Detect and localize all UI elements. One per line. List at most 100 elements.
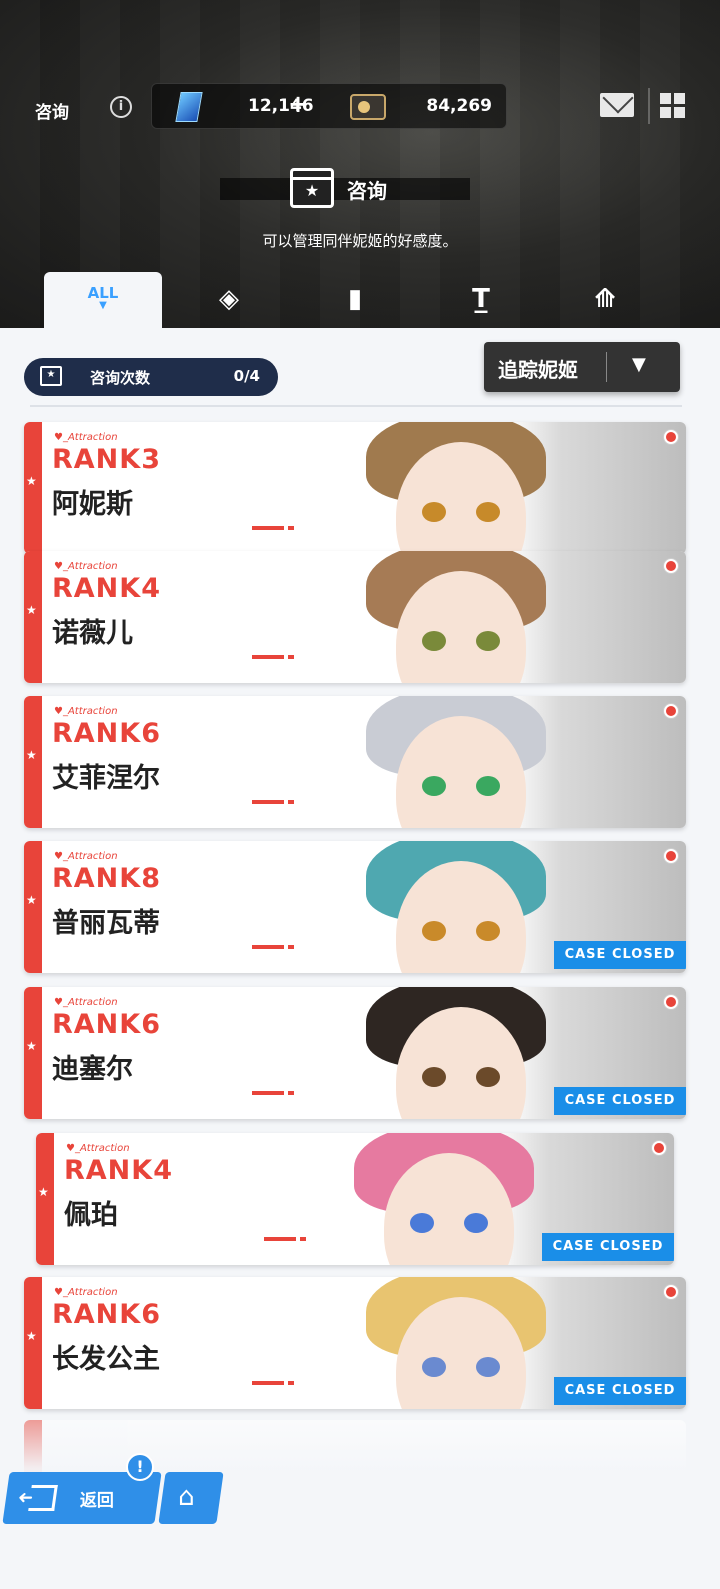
section-banner — [220, 178, 470, 200]
rank-label: RANK6 — [52, 1009, 161, 1040]
portrait-eye — [476, 502, 500, 522]
calendar-icon — [40, 366, 62, 386]
attraction-label: ♥_Attraction — [54, 1287, 118, 1298]
track-nikke-label: 追踪妮姬 — [498, 358, 578, 382]
attraction-label: ♥_Attraction — [54, 706, 118, 717]
notification-dot — [664, 995, 678, 1009]
nikke-name: 迪塞尔 — [52, 1054, 133, 1085]
attraction-label: ♥_Attraction — [54, 997, 118, 1008]
card-dash — [252, 945, 294, 949]
portrait-image — [316, 696, 686, 828]
rank-label: RANK4 — [64, 1155, 173, 1186]
star-icon: ★ — [26, 748, 37, 762]
gem-icon — [175, 92, 203, 122]
credit-icon — [350, 94, 386, 120]
star-icon: ★ — [26, 603, 37, 617]
rank-label: RANK8 — [52, 863, 161, 894]
list-item[interactable]: ★ ♥_Attraction RANK6 长发公主 CASE CLOSED — [24, 1277, 686, 1409]
mail-icon[interactable] — [600, 93, 634, 117]
list-item[interactable]: ★ ♥_Attraction RANK6 艾菲涅尔 — [24, 696, 686, 828]
tab-diamond[interactable]: ◈ — [170, 272, 288, 328]
attraction-label: ♥_Attraction — [54, 432, 118, 443]
list-item[interactable]: ★ ♥_Attraction RANK3 阿妮斯 — [24, 422, 686, 554]
list-item[interactable]: ★ ♥_Attraction RANK4 佩珀 CASE CLOSED — [36, 1133, 674, 1265]
tab-pillar[interactable]: ▮ — [296, 272, 414, 328]
card-stripe: ★ — [24, 422, 42, 554]
home-button[interactable]: ⌂ — [158, 1472, 224, 1524]
exit-icon — [28, 1485, 58, 1511]
portrait-eye — [476, 631, 500, 651]
counseling-count-pill: 咨询次数 0/4 — [24, 358, 278, 396]
card-stripe: ★ — [36, 1133, 54, 1265]
nikke-name: 阿妮斯 — [52, 489, 133, 520]
add-gems-button[interactable]: + — [288, 90, 308, 118]
list-divider — [30, 405, 682, 407]
portrait-image — [316, 551, 686, 683]
notification-dot — [664, 430, 678, 444]
nikke-name: 诺薇儿 — [52, 618, 133, 649]
case-closed-badge: CASE CLOSED — [554, 1377, 686, 1405]
tab-all[interactable]: ALL ▼ — [44, 272, 162, 328]
case-closed-badge: CASE CLOSED — [554, 941, 686, 969]
alert-badge: ! — [126, 1453, 154, 1481]
portrait-eye — [422, 631, 446, 651]
page-title: 咨询 — [35, 103, 69, 123]
star-icon: ★ — [26, 1039, 37, 1053]
attraction-label: ♥_Attraction — [54, 851, 118, 862]
section-title: 咨询 — [347, 179, 387, 203]
card-stripe: ★ — [24, 551, 42, 683]
currency-bar: 12,146 + 84,269 — [151, 83, 507, 129]
rank-label: RANK4 — [52, 573, 161, 604]
portrait-eye — [476, 921, 500, 941]
portrait-eye — [422, 776, 446, 796]
portrait-eye — [422, 502, 446, 522]
card-dash — [252, 1091, 294, 1095]
info-icon[interactable]: i — [110, 96, 132, 118]
card-dash — [264, 1237, 306, 1241]
card-stripe: ★ — [24, 696, 42, 828]
calendar-icon — [290, 168, 334, 208]
chevron-down-icon: ▼ — [632, 354, 646, 375]
portrait-eye — [422, 921, 446, 941]
card-dash — [252, 526, 294, 530]
track-nikke-dropdown[interactable]: 追踪妮姬 ▼ — [484, 342, 680, 392]
portrait-eye — [422, 1357, 446, 1377]
card-dash — [252, 655, 294, 659]
header-banner: 咨询 i 12,146 + 84,269 咨询 可以管理同伴妮姬的好感度。 AL… — [0, 0, 720, 330]
notification-dot — [664, 1285, 678, 1299]
portrait-eye — [476, 776, 500, 796]
menu-grid-icon[interactable] — [660, 93, 686, 119]
header-divider — [648, 88, 650, 124]
portrait-eye — [422, 1067, 446, 1087]
portrait-eye — [476, 1357, 500, 1377]
notification-dot — [664, 559, 678, 573]
notification-dot — [664, 704, 678, 718]
list-item[interactable]: ★ ♥_Attraction RANK4 诺薇儿 — [24, 551, 686, 683]
filter-tabs: ALL ▼ ◈ ▮ T̲ ⟰ — [0, 272, 720, 328]
list-item[interactable]: ★ ♥_Attraction RANK8 普丽瓦蒂 CASE CLOSED — [24, 841, 686, 973]
nikke-name: 长发公主 — [52, 1344, 160, 1375]
counseling-count-label: 咨询次数 — [90, 369, 151, 387]
tab-emblem[interactable]: ⟰ — [546, 272, 664, 328]
star-icon: ★ — [26, 474, 37, 488]
tab-tbar[interactable]: T̲ — [422, 272, 540, 328]
back-label: 返回 — [79, 1491, 114, 1511]
list-item[interactable]: ★ ♥_Attraction RANK6 迪塞尔 CASE CLOSED — [24, 987, 686, 1119]
card-stripe: ★ — [24, 987, 42, 1119]
dropdown-divider — [606, 352, 607, 382]
nikke-name: 佩珀 — [64, 1200, 118, 1231]
attraction-label: ♥_Attraction — [54, 561, 118, 572]
star-icon: ★ — [38, 1185, 49, 1199]
nikke-name: 艾菲涅尔 — [52, 763, 160, 794]
portrait-eye — [464, 1213, 488, 1233]
section-subtitle: 可以管理同伴妮姬的好感度。 — [262, 232, 458, 250]
rank-label: RANK3 — [52, 444, 161, 475]
card-dash — [252, 800, 294, 804]
case-closed-badge: CASE CLOSED — [542, 1233, 674, 1261]
counseling-count-value: 0/4 — [233, 367, 260, 385]
diamond-grid-icon: ◈ — [219, 284, 239, 314]
notification-dot — [664, 849, 678, 863]
card-stripe: ★ — [24, 1277, 42, 1409]
portrait-image — [316, 422, 686, 554]
star-icon: ★ — [26, 1329, 37, 1343]
